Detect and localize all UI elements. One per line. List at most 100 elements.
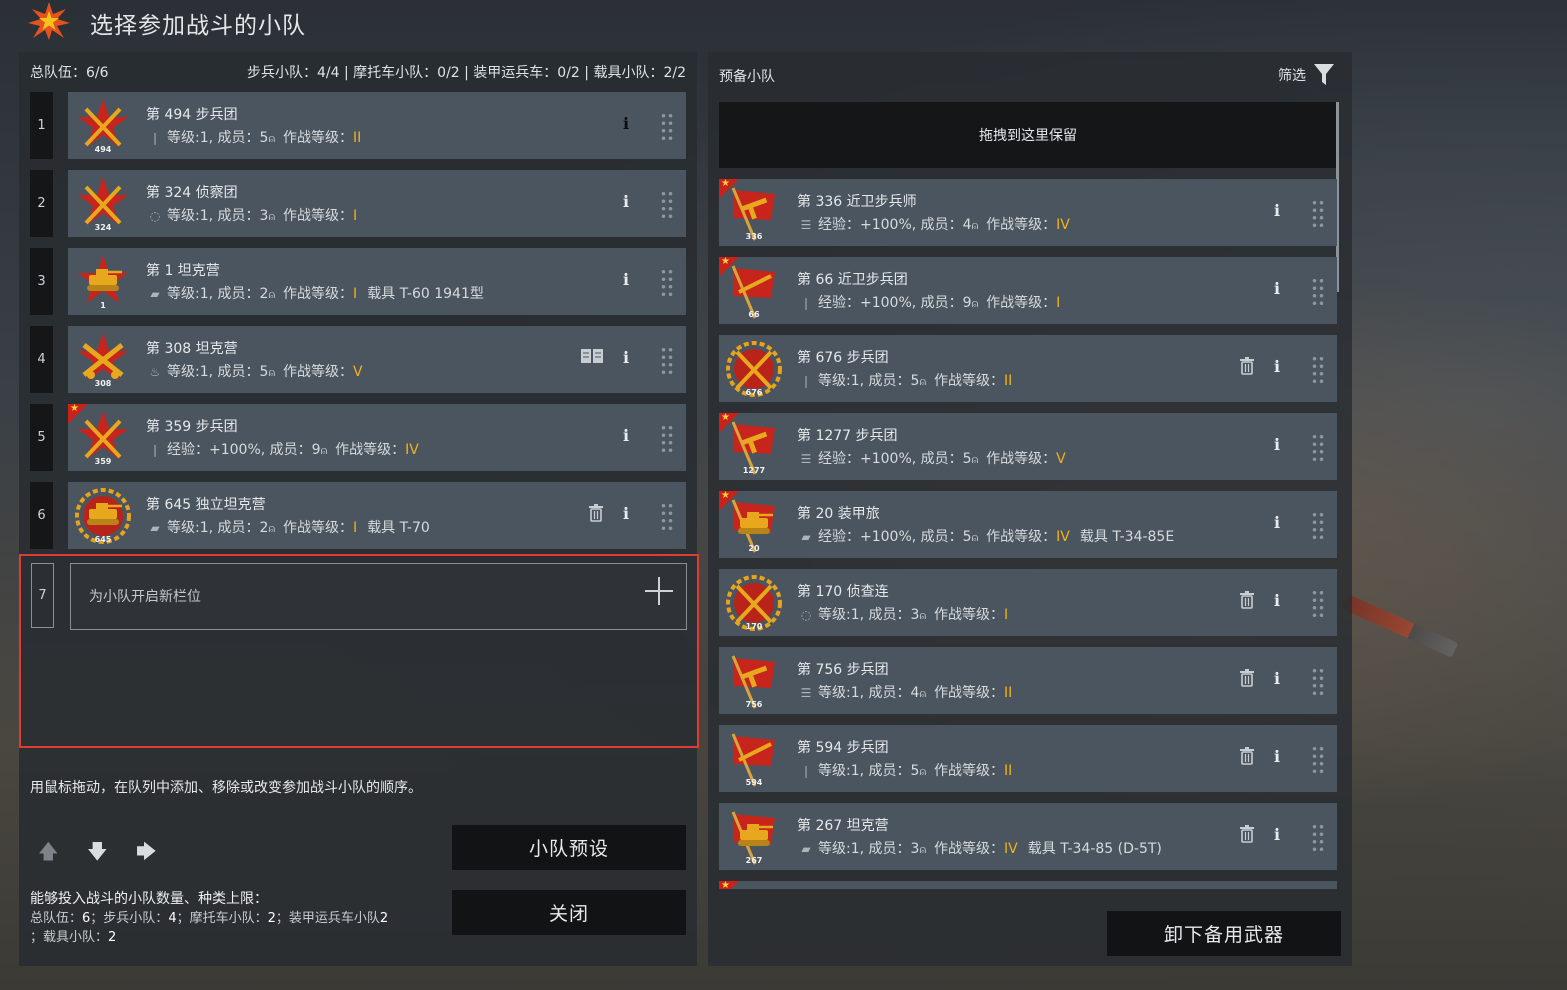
combat-rank: I — [353, 208, 358, 224]
svg-text:756: 756 — [746, 700, 763, 709]
squad-level: 经验：+100%, 成员：9 — [818, 295, 972, 311]
squad-card[interactable]: 170 第 170 侦查连 ◌ 等级:1, 成员：3⍝ 作战等级：I ℹ — [719, 569, 1337, 636]
drag-handle-icon[interactable] — [660, 502, 674, 532]
squad-emblem-icon: 594 — [725, 730, 783, 788]
plus-icon — [645, 577, 673, 605]
close-button[interactable]: 关闭 — [452, 890, 686, 935]
new-slot-label: 为小队开启新栏位 — [89, 589, 201, 605]
squad-card[interactable]: 308 第 308 坦克营 ♨ 等级:1, 成员：5⍝ 作战等级：V ℹ — [68, 326, 686, 393]
info-icon[interactable]: ℹ — [618, 348, 634, 367]
reserve-dropzone[interactable]: 拖拽到这里保留 — [719, 102, 1337, 168]
squad-emblem-icon: 1 — [74, 253, 132, 311]
member-icon: ⍝ — [971, 531, 979, 544]
arrow-right-icon[interactable]: 🡆 — [136, 837, 157, 871]
squad-card[interactable]: 20 ★ 第 20 装甲旅 ▰ 经验：+100%, 成员：5⍝ 作战等级：IV 载具 T-3… — [719, 490, 1337, 558]
info-icon[interactable]: ℹ — [1269, 591, 1285, 610]
squad-stats: ❘ 经验：+100%, 成员：9⍝ 作战等级：IV — [146, 439, 429, 459]
info-icon[interactable]: ℹ — [618, 114, 634, 133]
combat-rank: V — [1056, 451, 1066, 467]
svg-text:170: 170 — [746, 622, 763, 631]
drag-handle-icon[interactable] — [660, 112, 674, 142]
drag-handle-icon[interactable] — [1311, 511, 1325, 541]
info-icon[interactable]: ℹ — [1269, 825, 1285, 844]
filter-button[interactable]: 筛选 — [1278, 64, 1334, 86]
squad-level: 经验：+100%, 成员：4 — [818, 217, 972, 233]
drag-handle-icon[interactable] — [1311, 199, 1325, 229]
combat-rank: IV — [1056, 217, 1070, 233]
info-icon[interactable]: ℹ — [618, 426, 634, 445]
trash-icon[interactable] — [588, 504, 604, 526]
elite-corner-icon: ★ — [719, 256, 739, 277]
squad-card[interactable]: 336 ★ 第 336 近卫步兵师 ☰ 经验：+100%, 成员：4⍝ 作战等级：IV ℹ — [719, 178, 1337, 246]
info-icon[interactable]: ℹ — [1269, 669, 1285, 688]
drag-handle-icon[interactable] — [660, 268, 674, 298]
trash-icon[interactable] — [1239, 357, 1255, 379]
squad-stats: ◌ 等级:1, 成员：3⍝ 作战等级：I — [797, 604, 1018, 624]
info-icon[interactable]: ℹ — [1269, 279, 1285, 298]
drag-handle-icon[interactable] — [1311, 277, 1325, 307]
rank-label: 作战等级： — [934, 373, 1005, 389]
rank-label: 作战等级： — [986, 295, 1057, 311]
svg-text:676: 676 — [746, 388, 763, 397]
trash-icon[interactable] — [1239, 825, 1255, 847]
unload-spare-weapons-button[interactable]: 卸下备用武器 — [1107, 911, 1341, 956]
trash-icon[interactable] — [1239, 747, 1255, 769]
info-icon[interactable]: ℹ — [1269, 201, 1285, 220]
drag-handle-icon[interactable] — [660, 424, 674, 454]
squad-card[interactable]: 1 第 1 坦克营 ▰ 等级:1, 成员：2⍝ 作战等级：I 载具 T-60 1941型 ℹ — [68, 248, 686, 315]
drag-handle-icon[interactable] — [660, 190, 674, 220]
rank-label: 作战等级： — [335, 442, 406, 458]
svg-text:66: 66 — [748, 310, 760, 319]
book-icon[interactable] — [580, 348, 604, 368]
trash-icon[interactable] — [1239, 591, 1255, 613]
total-count: 总队伍：6/6 — [30, 65, 109, 81]
drag-handle-icon[interactable] — [1311, 823, 1325, 853]
new-slot-area: 7 为小队开启新栏位 — [19, 554, 699, 748]
squad-limits: 能够投入战斗的小队数量、种类上限： 总队伍：6；步兵小队：4；摩托车小队：2；装… — [30, 890, 450, 947]
info-icon[interactable]: ℹ — [618, 192, 634, 211]
arrow-down-icon[interactable]: 🡇 — [87, 837, 108, 871]
squad-card[interactable]: 66 ★ 第 66 近卫步兵团 ❘ 经验：+100%, 成员：9⍝ 作战等级：I ℹ — [719, 256, 1337, 324]
squad-card[interactable]: 324 第 324 侦察团 ◌ 等级:1, 成员：3⍝ 作战等级：I ℹ — [68, 170, 686, 237]
drag-handle-icon[interactable] — [1311, 355, 1325, 385]
squad-card[interactable]: 756 第 756 步兵团 ☰ 等级:1, 成员：4⍝ 作战等级：II ℹ — [719, 647, 1337, 714]
arrow-up-icon[interactable]: 🡅 — [38, 837, 59, 871]
rank-label: 作战等级： — [934, 607, 1005, 623]
tank-icon: ▰ — [801, 842, 811, 856]
svg-text:336: 336 — [746, 232, 763, 241]
squad-preset-button[interactable]: 小队预设 — [452, 825, 686, 870]
open-new-slot-button[interactable]: 为小队开启新栏位 — [70, 563, 687, 630]
vehicle-label: 载具 T-70 — [367, 520, 430, 536]
squad-name: 第 1277 步兵团 — [797, 428, 898, 444]
drag-handle-icon[interactable] — [1311, 589, 1325, 619]
member-icon: ⍝ — [268, 366, 276, 379]
squad-emblem-icon: 308 — [74, 331, 132, 389]
squad-card[interactable]: 676 第 676 步兵团 ❘ 等级:1, 成员：5⍝ 作战等级：II ℹ — [719, 335, 1337, 402]
squad-card[interactable]: 594 第 594 步兵团 ❘ 等级:1, 成员：5⍝ 作战等级：II ℹ — [719, 725, 1337, 792]
trash-icon[interactable] — [1239, 669, 1255, 691]
info-icon[interactable]: ℹ — [618, 270, 634, 289]
crosshair-icon: ◌ — [149, 209, 161, 223]
info-icon[interactable]: ℹ — [618, 504, 634, 523]
squad-level: 等级:1, 成员：2 — [167, 286, 269, 302]
rifle-icon: ❘ — [800, 764, 812, 778]
drag-handle-icon[interactable] — [660, 346, 674, 376]
squad-card[interactable]: 645 第 645 独立坦克营 ▰ 等级:1, 成员：2⍝ 作战等级：I 载具 T-70 ℹ — [68, 482, 686, 549]
svg-text:645: 645 — [95, 535, 112, 544]
info-icon[interactable]: ℹ — [1269, 435, 1285, 454]
reserve-list: 336 ★ 第 336 近卫步兵师 ☰ 经验：+100%, 成员：4⍝ 作战等级：IV ℹ 6… — [708, 176, 1352, 889]
info-icon[interactable]: ℹ — [1269, 747, 1285, 766]
svg-text:324: 324 — [95, 223, 112, 232]
drag-handle-icon[interactable] — [1311, 745, 1325, 775]
info-icon[interactable]: ℹ — [1269, 357, 1285, 376]
drag-handle-icon[interactable] — [1311, 667, 1325, 697]
drag-handle-icon[interactable] — [1311, 433, 1325, 463]
info-icon[interactable]: ℹ — [1269, 513, 1285, 532]
background-rifle — [1341, 594, 1459, 658]
squad-card[interactable]: 494 第 494 步兵团 ❘ 等级:1, 成员：5⍝ 作战等级：II ℹ — [68, 92, 686, 159]
member-icon: ⍝ — [268, 132, 276, 145]
squad-card[interactable]: 267 第 267 坦克营 ▰ 等级:1, 成员：3⍝ 作战等级：IV 载具 T-34-8… — [719, 803, 1337, 870]
squad-card[interactable]: 1277 ★ 第 1277 步兵团 ☰ 经验：+100%, 成员：5⍝ 作战等级：V ℹ — [719, 412, 1337, 480]
squad-card[interactable]: 359 ★ 第 359 步兵团 ❘ 经验：+100%, 成员：9⍝ 作战等级：IV ℹ — [68, 403, 686, 471]
squad-card[interactable]: ★ — [719, 880, 1337, 889]
